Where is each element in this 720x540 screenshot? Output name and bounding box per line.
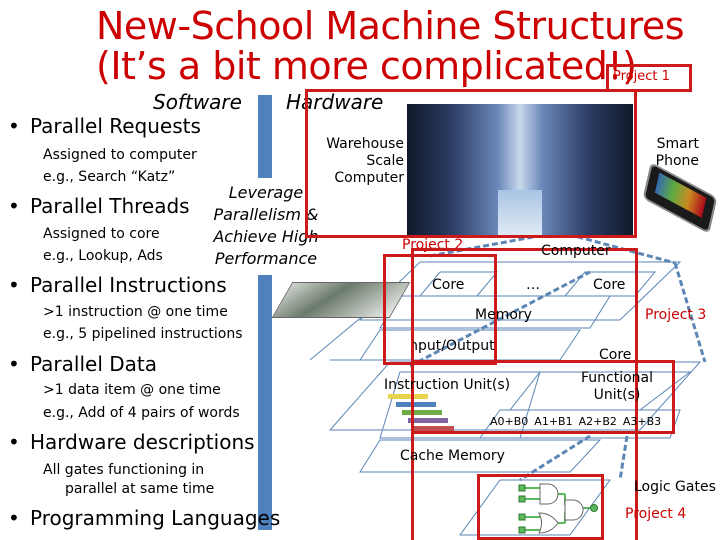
adder-label: A2+B2 — [578, 415, 617, 428]
warehouse-line: Warehouse — [326, 136, 404, 152]
functional-unit-line: Unit(s) — [593, 387, 641, 403]
project-3-label: Project 3 — [645, 307, 707, 323]
core-left-label: Core — [432, 277, 465, 293]
core-big-label: Core — [599, 347, 632, 363]
adder-labels: A0+B0 A1+B1 A2+B2 A3+B3 — [490, 413, 661, 430]
logic-gates-label: Logic Gates — [634, 479, 716, 495]
ellipsis-label: … — [526, 277, 540, 293]
computer-label: Computer — [541, 243, 611, 259]
cache-memory-label: Cache Memory — [400, 448, 505, 464]
project-4-label: Project 4 — [625, 506, 687, 522]
io-label: Input/Output — [405, 338, 495, 354]
core-right-label: Core — [593, 277, 626, 293]
instruction-unit-label: Instruction Unit(s) — [384, 377, 511, 393]
adder-label: A0+B0 — [490, 415, 529, 428]
warehouse-line: Scale — [366, 153, 404, 169]
adder-label: A3+B3 — [622, 415, 662, 428]
warehouse-line: Computer — [334, 170, 404, 186]
warehouse-label: Warehouse Scale Computer — [318, 136, 404, 187]
memory-label: Memory — [475, 307, 532, 323]
functional-unit-line: Functional — [580, 370, 654, 386]
functional-unit-label: Functional Unit(s) — [577, 370, 657, 404]
adder-label: A1+B1 — [534, 415, 573, 428]
smartphone-line: Smart — [656, 136, 699, 152]
project-4-box — [477, 474, 604, 540]
